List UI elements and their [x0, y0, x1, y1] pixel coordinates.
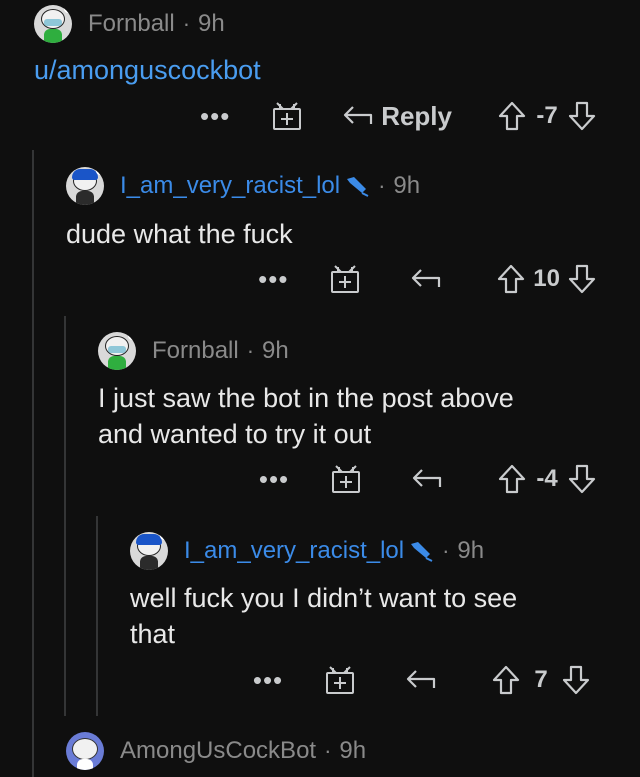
- comment-header: Fornball · 9h: [98, 329, 289, 373]
- username[interactable]: I_am_very_racist_lol: [184, 537, 404, 565]
- more-options-button[interactable]: •••: [253, 266, 293, 292]
- comment-header: Fornball · 9h: [34, 2, 225, 46]
- reply-label: Reply: [381, 100, 452, 131]
- timestamp: 9h: [393, 172, 421, 199]
- comment-header: I_am_very_racist_lol · 9h: [66, 164, 420, 208]
- vote-score: 7: [534, 666, 548, 693]
- username[interactable]: Fornball: [88, 10, 175, 38]
- upvote-icon[interactable]: [492, 665, 520, 695]
- comment-body-line: well fuck you I didn’t want to see: [130, 583, 518, 613]
- timestamp: 9h: [198, 10, 225, 37]
- timestamp: 9h: [262, 337, 289, 364]
- snoo-avatar-default-icon[interactable]: [66, 732, 104, 770]
- upvote-icon[interactable]: [498, 464, 526, 494]
- reply-button[interactable]: [406, 668, 436, 692]
- vote-controls: -7: [498, 101, 596, 131]
- thread-line[interactable]: [96, 516, 98, 716]
- gift-icon: [331, 265, 360, 293]
- more-options-button[interactable]: •••: [195, 103, 235, 129]
- more-options-button[interactable]: •••: [248, 667, 288, 693]
- reply-arrow-icon: [412, 469, 442, 487]
- dropper-flair-icon: [344, 175, 370, 197]
- snoo-avatar-masked-icon[interactable]: [34, 5, 72, 43]
- action-bar: ••• -4: [254, 459, 596, 499]
- more-options-button[interactable]: •••: [254, 466, 294, 492]
- vote-score: -7: [536, 102, 558, 129]
- upvote-icon[interactable]: [497, 264, 525, 294]
- vote-score: -4: [536, 465, 558, 492]
- separator: ·: [246, 338, 255, 363]
- dropper-flair-icon: [408, 540, 434, 562]
- reply-button[interactable]: [412, 467, 442, 491]
- downvote-icon[interactable]: [562, 665, 590, 695]
- thread-line[interactable]: [64, 316, 66, 716]
- reply-arrow-icon: [406, 670, 436, 688]
- action-bar: ••• 10: [253, 259, 596, 299]
- separator: ·: [378, 173, 386, 198]
- separator: ·: [442, 538, 450, 563]
- gift-icon: [332, 465, 360, 493]
- vote-controls: 10: [497, 264, 596, 294]
- separator: ·: [324, 738, 332, 763]
- comment-body-line: that: [130, 619, 176, 649]
- username[interactable]: AmongUsCockBot: [120, 737, 316, 765]
- action-bar: ••• 7: [248, 660, 590, 700]
- snoo-avatar-masked-icon[interactable]: [98, 332, 136, 370]
- comment-body-link[interactable]: u/amonguscockbot: [34, 52, 261, 88]
- comment-thread: Fornball · 9h u/amonguscockbot ••• Reply: [0, 0, 640, 777]
- award-button[interactable]: [322, 664, 358, 696]
- comment-header: I_am_very_racist_lol · 9h: [130, 529, 484, 573]
- reply-button[interactable]: Reply: [343, 101, 452, 132]
- comment-body-line: and wanted to try it out: [98, 419, 372, 449]
- vote-score: 10: [533, 265, 560, 292]
- reply-button[interactable]: [411, 267, 441, 291]
- separator: ·: [182, 11, 191, 36]
- username[interactable]: Fornball: [152, 337, 239, 365]
- downvote-icon[interactable]: [568, 264, 596, 294]
- award-button[interactable]: [269, 100, 305, 132]
- upvote-icon[interactable]: [498, 101, 526, 131]
- reply-arrow-icon: [412, 269, 441, 287]
- thread-line[interactable]: [32, 150, 34, 777]
- gift-icon: [326, 666, 354, 694]
- reply-arrow-icon: [344, 106, 373, 124]
- comment-body: dude what the fuck: [66, 219, 293, 249]
- downvote-icon[interactable]: [568, 101, 596, 131]
- username[interactable]: I_am_very_racist_lol: [120, 172, 340, 200]
- award-button[interactable]: [327, 263, 363, 295]
- timestamp: 9h: [339, 737, 367, 764]
- vote-controls: -4: [498, 464, 596, 494]
- comment-header: AmongUsCockBot · 9h: [66, 729, 366, 773]
- snoo-avatar-blue-hair-icon[interactable]: [66, 167, 104, 205]
- action-bar: ••• Reply -7: [195, 96, 596, 136]
- snoo-avatar-blue-hair-icon[interactable]: [130, 532, 168, 570]
- comment-body-line: I just saw the bot in the post above: [98, 383, 514, 413]
- downvote-icon[interactable]: [568, 464, 596, 494]
- gift-icon: [273, 102, 302, 130]
- timestamp: 9h: [457, 537, 485, 564]
- vote-controls: 7: [492, 665, 590, 695]
- award-button[interactable]: [328, 463, 364, 495]
